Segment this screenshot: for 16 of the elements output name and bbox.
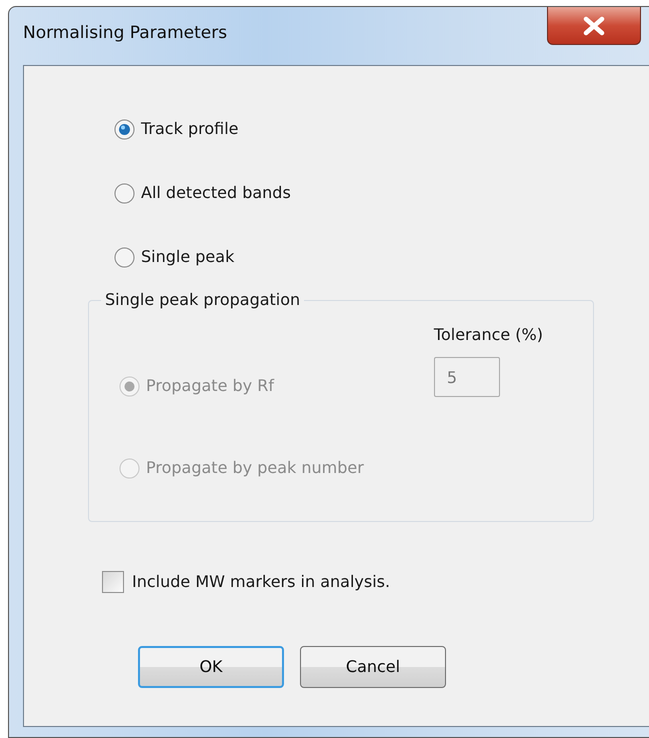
radio-button[interactable] — [114, 118, 135, 140]
radio-label: Single peak — [141, 246, 234, 268]
dialog-button[interactable]: Cancel — [300, 646, 446, 688]
radio-label: Propagate by Rf — [146, 375, 274, 397]
window-title: Normalising Parameters — [23, 22, 228, 46]
checkbox[interactable] — [102, 571, 124, 593]
radio-label: Propagate by peak number — [146, 457, 364, 479]
radio-label: All detected bands — [141, 182, 291, 204]
radio-button[interactable] — [114, 182, 135, 204]
close-icon — [582, 16, 606, 36]
checkbox-label: Include MW markers in analysis. — [132, 571, 390, 593]
radio-button[interactable] — [114, 246, 135, 268]
close-button[interactable] — [547, 7, 641, 45]
radio-label: Track profile — [141, 118, 238, 140]
default-button[interactable]: OK — [138, 646, 284, 688]
tolerance-label: Tolerance (%) — [434, 324, 543, 346]
